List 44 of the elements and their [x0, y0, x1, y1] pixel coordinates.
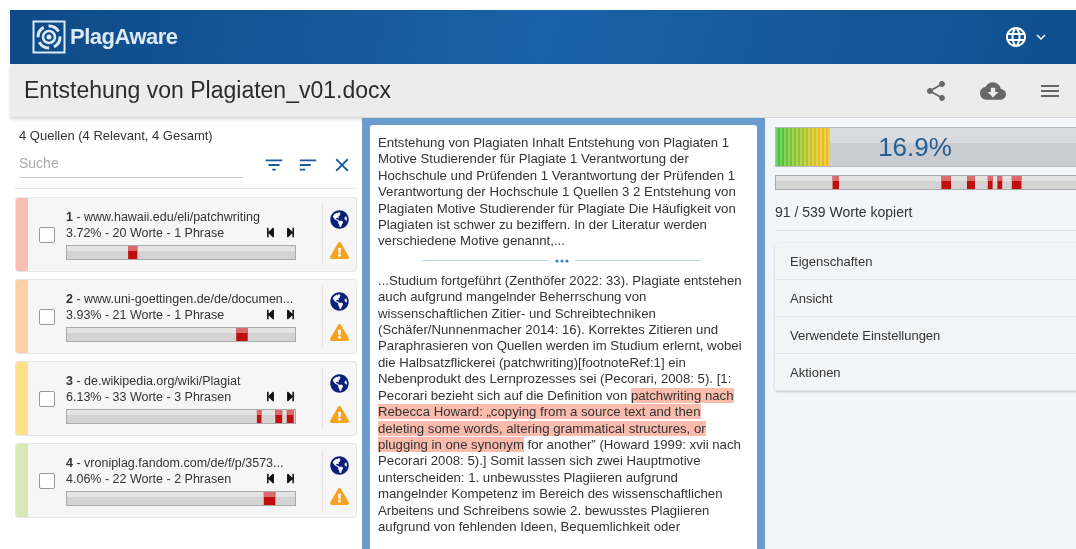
source-title: 1 - www.hawaii.edu/eli/patchwriting [66, 209, 261, 224]
source-title: 2 - www.uni-goettingen.de/de/documen... [66, 291, 295, 306]
previous-match-button[interactable] [265, 227, 276, 238]
next-match-button[interactable] [285, 391, 296, 402]
logo-icon [32, 20, 66, 54]
accordion-item[interactable]: Eigenschaften [775, 243, 1076, 280]
source-checkbox[interactable] [39, 390, 55, 407]
accordion-item[interactable]: Aktionen [775, 354, 1076, 391]
next-match-button[interactable] [285, 227, 296, 238]
globe-icon[interactable] [330, 209, 349, 229]
source-stats: 3.93% - 21 Worte - 1 Phrase [66, 307, 225, 322]
source-stats: 4.06% - 22 Worte - 2 Phrasen [66, 471, 232, 486]
source-card[interactable]: 2 - www.uni-goettingen.de/de/documen... 3.93% - 21 Worte - 1 Phrase [15, 279, 357, 354]
source-title: 3 - de.wikipedia.org/wiki/Plagiat [66, 373, 242, 388]
document-title: Entstehung von Plagiaten_v01.docx [24, 77, 391, 104]
words-copied: 91 / 539 Worte kopiert [775, 190, 1076, 231]
source-card[interactable]: 1 - www.hawaii.edu/eli/patchwriting 3.72% - 20 Worte - 1 Phrase [15, 197, 357, 272]
accordion-item[interactable]: Ansicht [775, 280, 1076, 317]
previous-match-button[interactable] [265, 391, 276, 402]
source-title: 4 - vroniplag.fandom.com/de/f/p/3573... [66, 455, 285, 470]
sources-summary: 4 Quellen (4 Relevant, 4 Gesamt) [18, 128, 214, 143]
globe-icon[interactable] [330, 455, 349, 475]
source-checkbox[interactable] [39, 308, 55, 325]
previous-match-button[interactable] [265, 473, 276, 484]
source-checkbox[interactable] [39, 226, 55, 243]
next-match-button[interactable] [285, 473, 296, 484]
globe-icon[interactable] [330, 291, 349, 311]
logo-text: PlagAware [70, 24, 178, 50]
search-field[interactable]: Suche [19, 151, 243, 178]
source-stats: 3.72% - 20 Worte - 1 Phrase [66, 225, 225, 240]
source-card[interactable]: 3 - de.wikipedia.org/wiki/Plagiat 6.13% - 33 Worte - 3 Phrasen [15, 361, 357, 436]
score-value: 16.9% [878, 131, 952, 163]
accordion-item[interactable]: Verwendete Einstellungen [775, 317, 1076, 354]
ellipsis-icon[interactable] [554, 258, 569, 263]
globe-icon[interactable] [330, 373, 349, 393]
globe-icon[interactable] [1004, 25, 1028, 49]
next-match-button[interactable] [285, 309, 296, 320]
previous-match-button[interactable] [265, 309, 276, 320]
source-checkbox[interactable] [39, 472, 55, 489]
source-card[interactable]: 4 - vroniplag.fandom.com/de/f/p/3573... 4.06% - 22 Worte - 2 Phrasen [15, 443, 357, 518]
share-button[interactable] [924, 78, 948, 103]
document-excerpt: Entstehung von Plagiaten Inhalt Entstehung von Plagiaten 1 Motive Studierender für Plagiate 1 Verantwortung der Hochschule und Prüfenden 1 Verantwortung der Prüfenden 1 Verantwortung der Hochschule 1 Quellen 3 2 Entstehung von Plagiaten Motive Studierender für Plagiate Die Häufigkeit von Plagiaten ist schwer zu beziffern. In der Literatur werden verschiedene Motive genannt,... [378, 135, 737, 250]
document-excerpt: ...Studium fortgeführt (Zenthöfer 2022: 33). Plagiate entstehen auch aufgrund mangelnder Beherrschung von wissenschaftlichen Zitier- und Schreibtechniken (Schäfer/Nunnenmacher 2014: 16). Korrektes Zitieren und Paraphrasieren von Quellen werden im Studium erlernt, wobei die Halbsatzflickerei (patchwriting)[footnoteRef:1] ein Nebenprodukt des Lernprozesses sei (Pecorari, 2008: 5). [1: Pecorari bezieht sich auf die Definition von patchwriting nach Rebecca Howard: „copying from a source text and then deleting some words, altering grammatical structures, or plugging in one synonym for another” (Howard 1999: xvii nach Pecorari 2008: 5).] Somit lassen sich zwei Hauptmotive unterscheiden: 1. unbewusstes Plagiieren aufgrund mangelnder Kompetenz im Bereich des wissenschaftlichen Arbeitens und Schreibens sowie 2. bewusstes Plagiieren aufgrund von fehlenden Ideen, Bequemlichkeit oder [378, 272, 743, 536]
source-stats: 6.13% - 33 Worte - 3 Phrasen [66, 389, 232, 404]
